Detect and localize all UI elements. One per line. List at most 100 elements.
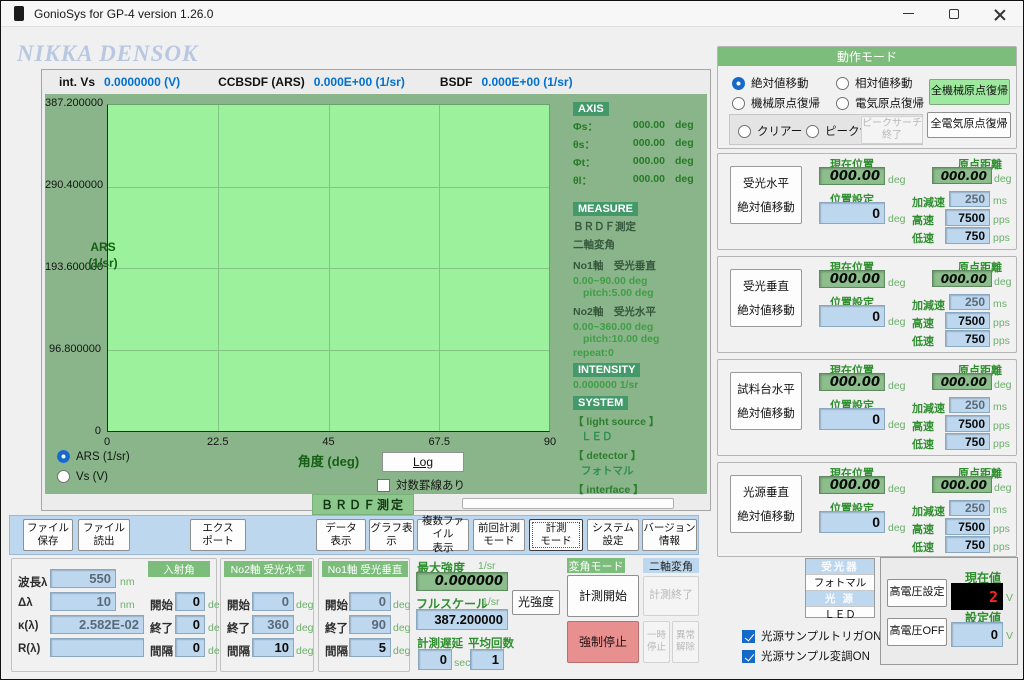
- peak-search-end-button[interactable]: ピークサーチ 終了: [861, 116, 923, 144]
- log-grid-checkbox[interactable]: 対数罫線あり: [377, 477, 465, 493]
- accel-input[interactable]: 250: [949, 500, 990, 516]
- intensity-header-chip: INTENSITY: [573, 363, 640, 377]
- radio-elec-origin[interactable]: 電気原点復帰: [836, 95, 924, 111]
- trigger-checkbox-label: 光源サンプルトリガON: [761, 628, 881, 644]
- no2-pitch-input[interactable]: 10: [252, 638, 294, 657]
- log-scale-button[interactable]: Log: [382, 452, 464, 472]
- r-lambda-input[interactable]: [50, 638, 144, 657]
- radio-clear[interactable]: クリアー: [738, 123, 802, 139]
- no1-start-input[interactable]: 0: [349, 592, 391, 611]
- radio-icon: [732, 77, 745, 90]
- position-set-input[interactable]: 0: [819, 408, 885, 430]
- fullscale-input[interactable]: 387.200000: [416, 609, 508, 630]
- radio-relative-move[interactable]: 相対値移動: [836, 75, 913, 91]
- close-button[interactable]: [977, 1, 1023, 26]
- axis-move-button[interactable]: 光源垂直 絶対値移動: [730, 475, 802, 533]
- incident-pitch-input[interactable]: 0: [175, 638, 205, 657]
- axis-row: θl： 000.00 deg: [573, 173, 705, 188]
- axis-row-unit: deg: [675, 137, 694, 152]
- position-set-input[interactable]: 0: [819, 202, 885, 224]
- repeat-count: repeat:0: [573, 347, 705, 359]
- all-elec-origin-button[interactable]: 全電気原点復帰: [927, 112, 1011, 138]
- axis-move-button[interactable]: 受光垂直 絶対値移動: [730, 269, 802, 327]
- axis-row-label: θl：: [573, 173, 609, 188]
- accel-label: 加減速: [912, 194, 945, 210]
- accel-input[interactable]: 250: [949, 397, 990, 413]
- high-speed-input[interactable]: 7500: [945, 415, 990, 432]
- wavelength-input[interactable]: 550: [50, 569, 116, 588]
- radio-ars[interactable]: ARS (1/sr): [57, 450, 130, 463]
- low-speed-input[interactable]: 750: [945, 227, 990, 244]
- all-mech-origin-button[interactable]: 全機械原点復帰: [929, 79, 1010, 105]
- kappa-label: κ(λ): [18, 620, 38, 632]
- bsdf-label: BSDF: [440, 75, 473, 89]
- minimize-button[interactable]: [885, 1, 931, 26]
- system-row-value: ＬＥＤ: [573, 429, 705, 444]
- force-stop-button[interactable]: 強制停止: [567, 621, 639, 663]
- measure-start-button[interactable]: 計測開始: [567, 575, 639, 617]
- no1-pitch-input[interactable]: 5: [349, 638, 391, 657]
- radio-absolute-move[interactable]: 絶対値移動: [732, 75, 809, 91]
- x-tick: 90: [544, 436, 556, 448]
- low-speed-input[interactable]: 750: [945, 433, 990, 450]
- pause-button[interactable]: 一時 停止: [643, 621, 670, 663]
- light-sample-trigger-checkbox[interactable]: 光源サンプルトリガON: [742, 628, 881, 644]
- accel-input[interactable]: 250: [949, 294, 990, 310]
- multi-file-view-button[interactable]: 複数ファイル 表示: [417, 519, 469, 551]
- measure-mode-chip: ＢＲＤＦ測定: [312, 494, 414, 515]
- light-sample-modulation-checkbox[interactable]: 光源サンプル変調ON: [742, 648, 870, 664]
- average-input[interactable]: 1: [470, 649, 504, 670]
- low-speed-input[interactable]: 750: [945, 330, 990, 347]
- export-button[interactable]: エクス ポート: [190, 519, 246, 551]
- start-label: 開始: [325, 597, 348, 613]
- ccbsdf-label: CCBSDF (ARS): [218, 75, 305, 89]
- position-set-input[interactable]: 0: [819, 305, 885, 327]
- no2-axis-header: No2軸 受光水平: [224, 561, 312, 577]
- error-clear-button[interactable]: 異常 解除: [672, 621, 699, 663]
- file-load-button[interactable]: ファイル 読出: [78, 519, 130, 551]
- prev-measure-mode-button[interactable]: 前回計測 モード: [473, 519, 525, 551]
- current-position-display: 000.00: [819, 270, 885, 288]
- axis-move-button[interactable]: 受光水平 絶対値移動: [730, 166, 802, 224]
- axis-row-label: Φs：: [573, 119, 609, 134]
- axis-move-button[interactable]: 試料台水平 絶対値移動: [730, 372, 802, 430]
- current-position-display: 000.00: [819, 476, 885, 494]
- no2-end-input[interactable]: 360: [252, 615, 294, 634]
- graph-view-button[interactable]: グラフ表示: [369, 519, 414, 551]
- light-intensity-button[interactable]: 光強度: [512, 590, 560, 615]
- delay-input[interactable]: 0: [418, 649, 452, 670]
- no1-end-input[interactable]: 90: [349, 615, 391, 634]
- position-set-input[interactable]: 0: [819, 511, 885, 533]
- low-speed-input[interactable]: 750: [945, 536, 990, 553]
- delta-lambda-input[interactable]: 10: [50, 592, 116, 611]
- hv-set-button[interactable]: 高電圧設定: [887, 579, 947, 607]
- measure-header-chip: MEASURE: [573, 202, 638, 216]
- ccbsdf-value: 0.000E+00 (1/sr): [314, 75, 405, 89]
- radio-vs[interactable]: Vs (V): [57, 470, 108, 483]
- file-save-button[interactable]: ファイル 保存: [23, 519, 73, 551]
- incident-start-input[interactable]: 0: [175, 592, 205, 611]
- y-tick: 0: [45, 425, 101, 437]
- kappa-input[interactable]: 2.582E-02: [50, 615, 144, 634]
- maximize-button[interactable]: [931, 1, 977, 26]
- incident-end-input[interactable]: 0: [175, 615, 205, 634]
- axis-panel-jukou-suihei: 受光水平 絶対値移動 現在位置 000.00 deg 原点距離 000.00 d…: [717, 153, 1017, 250]
- high-speed-input[interactable]: 7500: [945, 312, 990, 329]
- high-speed-input[interactable]: 7500: [945, 518, 990, 535]
- measure-mode-button[interactable]: 計測 モード: [529, 519, 583, 551]
- measure-end-button[interactable]: 計測終了: [643, 576, 699, 616]
- accel-input[interactable]: 250: [949, 191, 990, 207]
- bsdf-value: 0.000E+00 (1/sr): [482, 75, 573, 89]
- axis-row-unit: deg: [675, 119, 694, 134]
- no2-start-input[interactable]: 0: [252, 592, 294, 611]
- system-settings-button[interactable]: システム 設定: [587, 519, 639, 551]
- axis-panel-shiryoudai-suihei: 試料台水平 絶対値移動 現在位置 000.00 deg 原点距離 000.00 …: [717, 359, 1017, 456]
- version-info-button[interactable]: バージョン 情報: [642, 519, 697, 551]
- high-speed-input[interactable]: 7500: [945, 209, 990, 226]
- radio-mech-origin[interactable]: 機械原点復帰: [732, 95, 820, 111]
- hv-off-button[interactable]: 高電圧OFF: [887, 618, 947, 646]
- incident-angle-header: 入射角: [148, 561, 210, 577]
- pitch-label: 間隔: [227, 643, 250, 659]
- data-view-button[interactable]: データ 表示: [316, 519, 366, 551]
- hv-set-input[interactable]: 0: [951, 622, 1003, 647]
